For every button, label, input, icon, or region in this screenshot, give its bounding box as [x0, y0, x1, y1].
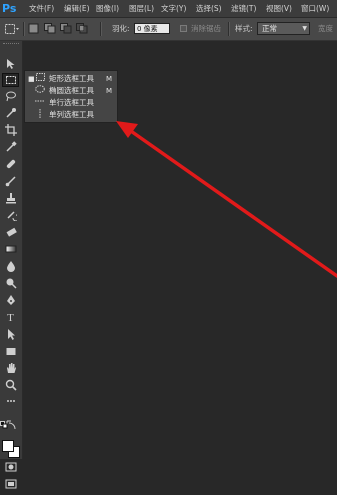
foreground-color-swatch[interactable] — [2, 440, 14, 452]
screen-mode-icon[interactable] — [2, 478, 19, 492]
annotation-arrow-icon — [116, 121, 337, 278]
quick-mask-icon[interactable] — [2, 461, 19, 475]
